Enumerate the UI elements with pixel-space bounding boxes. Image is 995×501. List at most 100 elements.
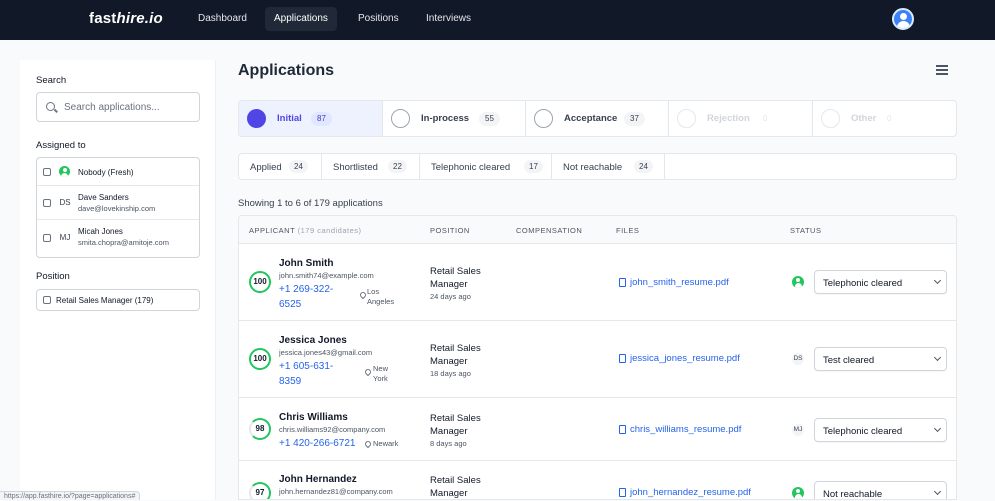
- table-row[interactable]: 97 John Hernandez john.hernandez81@compa…: [239, 461, 956, 500]
- position-title: Retail Sales Manager: [430, 413, 481, 437]
- search-field[interactable]: [36, 92, 200, 122]
- substage-count: 22: [388, 160, 407, 173]
- top-navbar: fasthire.io Dashboard Applications Posit…: [0, 0, 995, 40]
- stage-tab-rejection[interactable]: Rejection 0: [669, 101, 813, 136]
- score-ring: 100: [249, 348, 271, 370]
- stage-count: 55: [479, 112, 500, 126]
- resume-link[interactable]: jessica_jones_resume.pdf: [630, 353, 740, 364]
- assignee-checkbox[interactable]: [43, 199, 51, 207]
- applicant-name[interactable]: John Hernandez: [279, 474, 357, 485]
- brand-hire: hire.io: [116, 10, 163, 27]
- assignee-name: Micah Jones: [78, 227, 123, 236]
- status-bar-url: https://app.fasthire.io/?page=applicatio…: [0, 491, 141, 500]
- applicant-location: Newark: [373, 439, 399, 448]
- chevron-down-icon: [933, 487, 942, 496]
- substage-count: 24: [289, 160, 308, 173]
- status-select[interactable]: Not reachable: [814, 481, 947, 500]
- applications-table: Applicant (179 candidates) Position Comp…: [238, 215, 957, 500]
- file-icon: [619, 425, 626, 434]
- user-icon: [59, 166, 70, 177]
- nav-applications[interactable]: Applications: [265, 7, 337, 31]
- stage-tab-in-process[interactable]: In-process 55: [383, 101, 526, 136]
- location-pin-icon: [358, 290, 368, 300]
- assignee-item-nobody[interactable]: Nobody (Fresh): [37, 158, 199, 186]
- assignee-initials-badge: DS: [792, 353, 804, 365]
- applicant-phone[interactable]: +1 269-322-6525: [279, 282, 347, 312]
- substage-tabs: Applied 24 Shortlisted 22 Telephonic cle…: [238, 153, 957, 180]
- col-compensation[interactable]: Compensation: [516, 226, 582, 235]
- position-label: Position: [36, 271, 70, 282]
- score-ring: 97: [249, 482, 271, 499]
- page-title: Applications: [238, 62, 335, 79]
- position-title: Retail Sales Manager: [430, 343, 481, 367]
- position-checkbox[interactable]: [43, 296, 51, 304]
- user-avatar-icon[interactable]: [892, 8, 914, 30]
- stage-label: Rejection: [707, 113, 750, 124]
- substage-count: 24: [634, 160, 653, 173]
- stage-circle-icon: [534, 109, 553, 128]
- assignee-initials-badge: MJ: [792, 424, 804, 436]
- applicant-name[interactable]: John Smith: [279, 258, 333, 269]
- stage-label: Initial: [277, 113, 302, 124]
- status-select[interactable]: Telephonic cleared: [814, 270, 947, 294]
- applicant-email: chris.williams92@company.com: [279, 425, 386, 434]
- position-filter[interactable]: Retail Sales Manager (179): [36, 289, 200, 311]
- stage-count: 0: [757, 112, 774, 126]
- stage-tabs: Initial 87 In-process 55 Acceptance 37 R…: [238, 100, 957, 137]
- stage-label: Acceptance: [564, 113, 618, 124]
- stage-count: 87: [311, 112, 332, 126]
- table-row[interactable]: 100 Jessica Jones jessica.jones43@gmail.…: [239, 321, 956, 398]
- status-select[interactable]: Test cleared: [814, 347, 947, 371]
- menu-icon[interactable]: [936, 65, 948, 75]
- substage-tab-applied[interactable]: Applied 24: [239, 154, 322, 179]
- substage-label: Applied: [250, 162, 282, 173]
- assignee-checkbox[interactable]: [43, 168, 51, 176]
- assignee-user-icon: [792, 276, 804, 288]
- position-option: Retail Sales Manager (179): [56, 296, 154, 305]
- col-applicant-count: (179 candidates): [297, 226, 362, 235]
- assignee-user-icon: [792, 487, 804, 499]
- brand-logo[interactable]: fasthire.io: [89, 10, 163, 27]
- status-select[interactable]: Telephonic cleared: [814, 418, 947, 442]
- nav-positions[interactable]: Positions: [349, 7, 408, 31]
- assignee-item-dave[interactable]: DS Dave Sanders dave@lovekinship.com: [37, 186, 199, 220]
- table-row[interactable]: 100 John Smith john.smith74@example.com …: [239, 244, 956, 321]
- file-icon: [619, 354, 626, 363]
- applicant-name[interactable]: Chris Williams: [279, 412, 348, 423]
- chevron-down-icon: [933, 424, 942, 433]
- assignee-initials: MJ: [59, 233, 71, 242]
- applicant-phone[interactable]: +1 420-266-6721: [279, 436, 369, 451]
- col-files[interactable]: Files: [616, 226, 639, 235]
- applicant-phone[interactable]: +1 605-631-8359: [279, 359, 347, 389]
- table-row[interactable]: 98 Chris Williams chris.williams92@compa…: [239, 398, 956, 461]
- search-input[interactable]: [64, 100, 194, 114]
- nav-interviews[interactable]: Interviews: [417, 7, 480, 31]
- assignee-email: smita.chopra@amitoje.com: [78, 238, 169, 247]
- stage-circle-icon: [391, 109, 410, 128]
- col-applicant[interactable]: Applicant (179 candidates): [249, 226, 362, 235]
- assignee-checkbox[interactable]: [43, 234, 51, 242]
- nav-dashboard[interactable]: Dashboard: [189, 7, 256, 31]
- substage-tab-telephonic-cleared[interactable]: Telephonic cleared 17: [420, 154, 552, 179]
- chevron-down-icon: [933, 353, 942, 362]
- stage-tab-acceptance[interactable]: Acceptance 37: [526, 101, 669, 136]
- resume-link[interactable]: chris_williams_resume.pdf: [630, 424, 741, 435]
- assignee-name: Dave Sanders: [78, 193, 129, 202]
- substage-count: 17: [524, 160, 543, 173]
- substage-tab-shortlisted[interactable]: Shortlisted 22: [322, 154, 420, 179]
- substage-tab-not-reachable[interactable]: Not reachable 24: [552, 154, 665, 179]
- assignee-initials: DS: [59, 198, 71, 207]
- status-value: Not reachable: [823, 489, 883, 500]
- assignee-item-micah[interactable]: MJ Micah Jones smita.chopra@amitoje.com: [37, 220, 199, 257]
- col-position[interactable]: Position: [430, 226, 470, 235]
- stage-tab-other[interactable]: Other 0: [813, 101, 956, 136]
- assignee-name: Nobody (Fresh): [78, 168, 134, 177]
- applicant-location: New York: [373, 364, 389, 383]
- status-value: Test cleared: [823, 355, 875, 366]
- application-age: 8 days ago: [430, 439, 467, 448]
- applicant-name[interactable]: Jessica Jones: [279, 335, 347, 346]
- stage-tab-initial[interactable]: Initial 87: [239, 101, 383, 136]
- col-status[interactable]: Status: [790, 226, 821, 235]
- resume-link[interactable]: john_hernandez_resume.pdf: [630, 487, 751, 498]
- resume-link[interactable]: john_smith_resume.pdf: [630, 277, 729, 288]
